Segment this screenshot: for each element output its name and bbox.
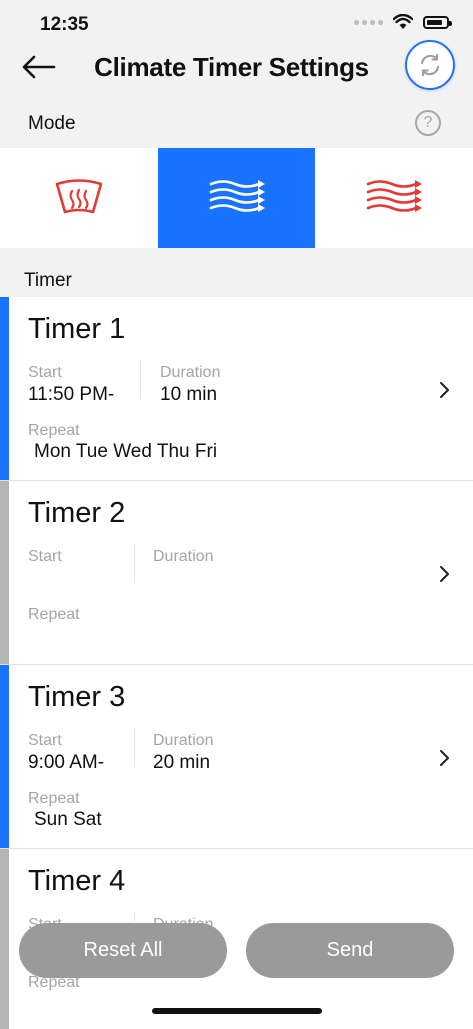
cellular-signal-icon [354,19,383,25]
timer-name: Timer 1 [28,313,126,345]
wifi-icon [393,14,413,29]
sync-button[interactable] [405,40,455,90]
mode-tab-vent[interactable] [157,148,316,248]
timer-status-bar [0,297,9,480]
field-divider [134,728,135,766]
timer-name: Timer 3 [28,681,126,713]
airflow-icon [209,180,265,212]
duration-label: Duration [153,732,214,749]
status-icons [354,14,452,30]
repeat-label: Repeat [28,606,80,623]
start-label: Start [28,364,62,381]
start-label: Start [28,732,62,749]
battery-icon [423,15,452,29]
timer-status-bar [0,849,9,1029]
repeat-label: Repeat [28,422,80,439]
status-time: 12:35 [40,14,89,35]
field-divider [134,544,135,582]
mode-tab-defrost[interactable] [0,148,158,248]
windshield-defrost-icon [55,179,103,214]
refresh-icon [420,53,440,77]
mode-tab-heat[interactable] [315,148,473,248]
heat-flow-icon [366,180,423,212]
duration-value: 20 min [153,752,211,773]
reset-all-button[interactable]: Reset All [19,923,227,978]
timer-card-2[interactable]: Timer 2 Start Duration Repeat [0,481,473,665]
chevron-right-icon [440,750,449,766]
duration-label: Duration [160,364,221,381]
duration-label: Duration [153,548,214,565]
mode-tabs [0,148,473,248]
duration-value: 10 min [160,384,218,405]
page-title: Climate Timer Settings [94,52,369,82]
timer-card-1[interactable]: Timer 1 Start 11:50 PM- Duration 10 min … [0,297,473,481]
start-value: 11:50 PM- [28,384,115,405]
field-divider [140,360,141,398]
timer-card-3[interactable]: Timer 3 Start 9:00 AM- Duration 20 min R… [0,665,473,849]
help-icon[interactable]: ? [415,110,441,136]
start-label: Start [28,548,62,565]
send-button[interactable]: Send [246,923,454,978]
timer-list: Timer 1 Start 11:50 PM- Duration 10 min … [0,297,473,1029]
timer-name: Timer 4 [28,865,126,897]
timer-status-bar [0,481,9,664]
repeat-value: Mon Tue Wed Thu Fri [34,441,218,462]
repeat-value: Sun Sat [34,809,102,830]
start-value: 9:00 AM- [28,752,105,773]
timer-status-bar [0,665,9,848]
mode-label: Mode [28,113,76,134]
header: Climate Timer Settings [0,40,473,100]
home-indicator [152,1008,322,1014]
chevron-right-icon [440,566,449,582]
timer-name: Timer 2 [28,497,126,529]
chevron-right-icon [440,382,449,398]
timer-section-label: Timer [24,270,72,291]
repeat-label: Repeat [28,790,80,807]
